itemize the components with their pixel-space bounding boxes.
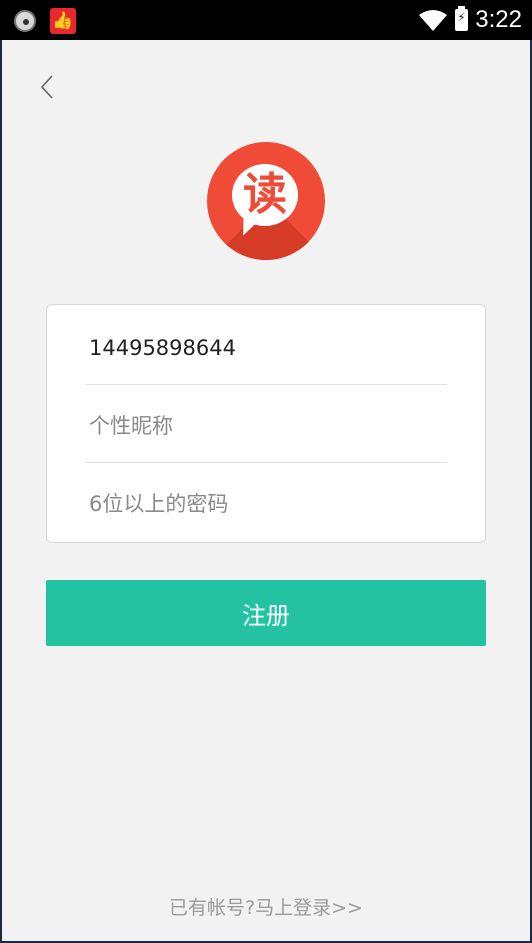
ball-icon [14,10,36,32]
back-button[interactable] [34,72,64,102]
login-link[interactable]: 已有帐号?马上登录>> [0,893,532,920]
battery-charging-icon [455,6,468,31]
status-bar: 👍 3:22 [0,0,532,40]
logo-char: 读 [243,169,287,220]
register-form [46,304,486,543]
nickname-input[interactable] [87,387,447,465]
divider [85,462,447,463]
password-input[interactable] [87,465,447,543]
nickname-field[interactable] [87,387,447,465]
phone-input[interactable] [87,309,447,387]
app-logo: 读 [207,142,325,260]
thumbs-up-icon: 👍 [50,8,76,34]
register-button[interactable]: 注册 [46,580,486,646]
status-time: 3:22 [475,6,522,33]
wifi-icon [419,10,447,31]
divider [85,384,447,385]
phone-field[interactable] [87,309,447,387]
password-field[interactable] [87,465,447,543]
chevron-left-icon [40,75,53,99]
